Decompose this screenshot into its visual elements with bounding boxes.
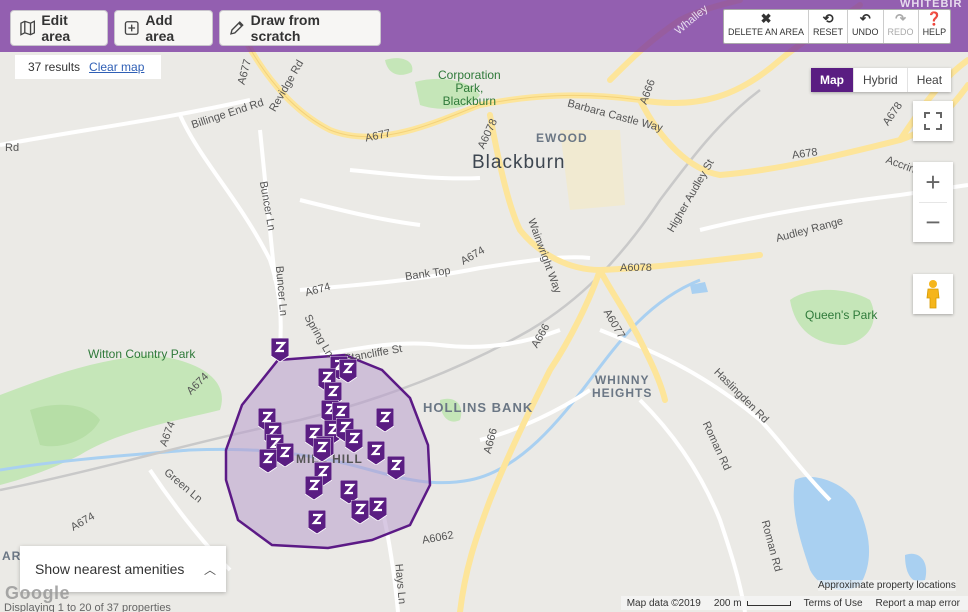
map-type-heat[interactable]: Heat (906, 68, 951, 92)
property-marker[interactable] (307, 509, 327, 535)
plus-square-icon (124, 21, 139, 35)
terms-link[interactable]: Terms of Use (804, 598, 863, 609)
close-icon: ✖ (760, 11, 772, 26)
delete-area-button[interactable]: ✖ DELETE AN AREA (724, 10, 810, 43)
plus-icon: + (925, 166, 941, 197)
z-marker-icon (304, 475, 324, 501)
property-marker[interactable] (312, 437, 332, 463)
minus-icon: − (925, 206, 941, 237)
property-marker[interactable] (366, 440, 386, 466)
add-area-label: Add area (145, 12, 175, 44)
pencil-icon (230, 21, 244, 35)
z-marker-icon (386, 455, 406, 481)
district-label-ewood: EWOOD (536, 131, 588, 145)
z-marker-icon (366, 440, 386, 466)
property-marker[interactable] (275, 442, 295, 468)
chevron-up-icon: ︿ (203, 563, 216, 577)
park-label-queens: Queen's Park (805, 308, 878, 322)
property-marker[interactable] (338, 358, 358, 384)
map-data-text: Map data ©2019 (626, 597, 701, 609)
fullscreen-icon (924, 112, 942, 130)
map-type-switcher: Map Hybrid Heat (811, 68, 952, 92)
google-logo: Google (5, 583, 70, 603)
z-marker-icon (312, 437, 332, 463)
road-label: A6078 (620, 262, 652, 274)
edit-area-label: Edit area (41, 12, 71, 44)
approx-locations-note: Approximate property locations (818, 580, 956, 591)
help-button[interactable]: ❓ HELP (919, 10, 951, 43)
scale-bar[interactable]: 200 m (714, 598, 791, 609)
district-label-whinny-heights: WHINNY HEIGHTS (592, 373, 653, 400)
property-marker[interactable] (304, 475, 324, 501)
draw-from-scratch-label: Draw from scratch (250, 12, 320, 44)
map-type-hybrid[interactable]: Hybrid (853, 68, 907, 92)
road-label: Rd (5, 142, 20, 154)
district-label-hollins-bank: HOLLINS BANK (423, 400, 534, 415)
property-marker[interactable] (350, 499, 370, 525)
results-caption: Displaying 1 to 20 of 37 properties (4, 602, 171, 612)
park-label-witton: Witton Country Park (88, 347, 196, 361)
results-summary: 37 results Clear map (15, 55, 161, 79)
pegman-icon (926, 280, 940, 309)
map-edit-icon (20, 20, 36, 36)
water-small (905, 553, 927, 582)
draw-toolbar: Whalley WHITEBIR Edit area Add area Draw… (0, 0, 968, 52)
reservoir (793, 476, 870, 590)
z-marker-icon (375, 407, 395, 433)
edit-area-button[interactable]: Edit area (10, 10, 108, 46)
z-marker-icon (275, 442, 295, 468)
help-icon: ❓ (926, 11, 943, 26)
zoom-in-button[interactable]: + (913, 162, 953, 202)
map-control-bar: ✖ DELETE AN AREA ⟲ RESET ↶ UNDO ↷ REDO ❓… (723, 9, 952, 44)
redo-button[interactable]: ↷ REDO (884, 10, 919, 43)
map-type-map[interactable]: Map (811, 68, 853, 92)
park-label-corporation: Corporation Park, Blackburn (438, 68, 501, 108)
property-marker[interactable] (375, 407, 395, 433)
reset-button[interactable]: ⟲ RESET (809, 10, 849, 43)
road-label: Whalley (672, 2, 711, 38)
z-marker-icon (350, 499, 370, 525)
results-count: 37 results (28, 60, 81, 74)
z-marker-icon (368, 496, 388, 522)
undo-icon: ↶ (859, 11, 871, 26)
z-marker-icon (270, 337, 290, 363)
report-error-link[interactable]: Report a map error (876, 598, 960, 609)
street-view-button[interactable] (913, 274, 953, 314)
zoom-out-button[interactable]: − (913, 202, 953, 242)
amenities-label: Show nearest amenities (35, 561, 185, 577)
park-small (385, 58, 413, 75)
property-marker[interactable] (258, 448, 278, 474)
refresh-icon: ⟲ (822, 11, 834, 26)
redo-icon: ↷ (895, 11, 906, 26)
town-label-blackburn: Blackburn (472, 152, 566, 173)
undo-button[interactable]: ↶ UNDO (848, 10, 884, 43)
add-area-button[interactable]: Add area (114, 10, 213, 46)
z-marker-icon (307, 509, 327, 535)
z-marker-icon (338, 358, 358, 384)
fullscreen-button[interactable] (913, 101, 953, 141)
property-marker[interactable] (270, 337, 290, 363)
draw-from-scratch-button[interactable]: Draw from scratch (219, 10, 381, 46)
z-marker-icon (344, 428, 364, 454)
property-marker[interactable] (344, 428, 364, 454)
clear-map-link[interactable]: Clear map (89, 60, 144, 74)
property-marker[interactable] (386, 455, 406, 481)
map-attribution: Map data ©2019 200 m Terms of Use Report… (620, 596, 968, 610)
zoom-controls: + − (913, 162, 953, 242)
map-canvas[interactable]: Blackburn EWOOD HOLLINS BANK WHINNY HEIG… (0, 0, 968, 612)
z-marker-icon (258, 448, 278, 474)
property-marker[interactable] (368, 496, 388, 522)
